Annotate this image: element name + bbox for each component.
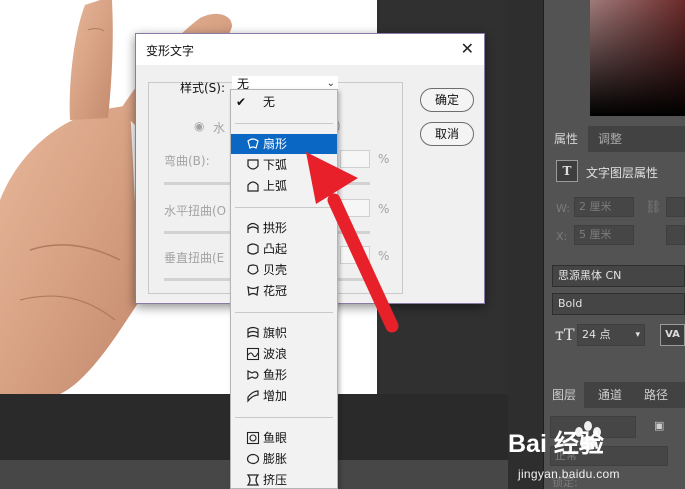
arc-lower-icon: [247, 159, 259, 170]
bulge-icon: [247, 243, 259, 255]
bend-label: 弯曲(B):: [164, 154, 210, 168]
tab-layers[interactable]: 图层: [544, 382, 585, 408]
image-filter-icon[interactable]: ▣: [654, 419, 664, 432]
layers-tabs: 图层 通道 路径: [544, 382, 685, 408]
h-distort-label: 水平扭曲(O: [164, 204, 227, 218]
type-layer-label: 文字图层属性: [586, 166, 659, 180]
shell-icon: [247, 264, 259, 275]
option-label: 无: [263, 95, 276, 109]
width-field[interactable]: 2 厘米: [574, 197, 634, 217]
font-size-select[interactable]: 24 点 ▾: [577, 324, 645, 346]
arc-upper-icon: [247, 181, 259, 192]
close-icon[interactable]: ✕: [461, 39, 474, 58]
style-label: 样式(S):: [180, 81, 226, 95]
style-option-squeeze[interactable]: 挤压: [231, 470, 337, 489]
style-option-fish[interactable]: 鱼形: [231, 365, 337, 385]
tracking-icon[interactable]: VA: [660, 324, 685, 346]
option-label: 波浪: [263, 347, 288, 361]
style-option-rise[interactable]: 增加: [231, 386, 337, 406]
check-icon: ✔: [236, 95, 247, 109]
option-label: 上弧: [263, 179, 288, 193]
x-field[interactable]: 5 厘米: [574, 225, 634, 245]
option-label: 增加: [263, 389, 288, 403]
tab-channels[interactable]: 通道: [590, 382, 630, 408]
annotation-arrow-icon: [306, 152, 399, 333]
option-label: 膨胀: [263, 452, 288, 466]
link-icon: ⛓: [645, 200, 662, 215]
font-family-select[interactable]: 思源黑体 CN: [552, 265, 685, 287]
inflate-icon: [246, 453, 260, 465]
properties-tabs: 属性 调整: [544, 126, 685, 152]
divider: [235, 123, 333, 124]
tab-paths[interactable]: 路径: [636, 382, 676, 408]
type-layer-icon: T: [556, 160, 578, 182]
arc-icon: [247, 138, 259, 149]
option-label: 花冠: [263, 284, 288, 298]
height-field[interactable]: [666, 197, 685, 217]
option-label: 鱼眼: [263, 431, 288, 445]
tab-properties[interactable]: 属性: [544, 126, 589, 152]
dialog-title: 变形文字: [146, 44, 195, 58]
option-label: 凸起: [263, 242, 288, 256]
color-picker-field[interactable]: [590, 0, 685, 116]
font-size-icon: ᴛT: [555, 325, 575, 344]
option-label: 拱形: [263, 221, 288, 235]
divider: [235, 417, 333, 418]
x-label: X:: [556, 230, 568, 243]
option-label: 鱼形: [263, 368, 288, 382]
font-style-select[interactable]: Bold: [552, 293, 685, 315]
style-option-inflate[interactable]: 膨胀: [231, 449, 337, 469]
chevron-down-icon: ▾: [635, 330, 640, 340]
v-distort-label: 垂直扭曲(E: [164, 251, 225, 265]
style-option-none[interactable]: ✔ 无: [231, 92, 337, 112]
option-label: 挤压: [263, 473, 288, 487]
flower-icon: [247, 285, 259, 297]
y-field[interactable]: [666, 225, 685, 245]
rise-icon: [247, 390, 259, 403]
squeeze-icon: [246, 474, 260, 486]
watermark-url: jingyan.baidu.com: [518, 467, 620, 481]
cancel-button[interactable]: 取消: [420, 122, 474, 146]
w-label: W:: [556, 202, 570, 215]
option-label: 旗帜: [263, 326, 288, 340]
horizontal-radio[interactable]: ◉: [194, 119, 204, 133]
option-label: 下弧: [263, 158, 288, 172]
wave-icon: [246, 347, 260, 361]
tab-adjustments[interactable]: 调整: [588, 126, 632, 152]
horizontal-label: 水: [213, 121, 226, 135]
arch-icon: [247, 222, 259, 233]
watermark-logo: Bai 经验: [508, 430, 604, 458]
ok-button[interactable]: 确定: [420, 88, 474, 112]
fisheye-icon: [246, 431, 260, 445]
option-label: 扇形: [263, 137, 288, 151]
option-label: 贝壳: [263, 263, 288, 277]
dialog-titlebar: 变形文字 ✕: [136, 34, 484, 65]
style-option-wave[interactable]: 波浪: [231, 344, 337, 364]
font-size-value: 24 点: [582, 328, 611, 341]
flag-icon: [247, 326, 259, 339]
style-option-fisheye[interactable]: 鱼眼: [231, 428, 337, 448]
fish-icon: [247, 370, 259, 380]
